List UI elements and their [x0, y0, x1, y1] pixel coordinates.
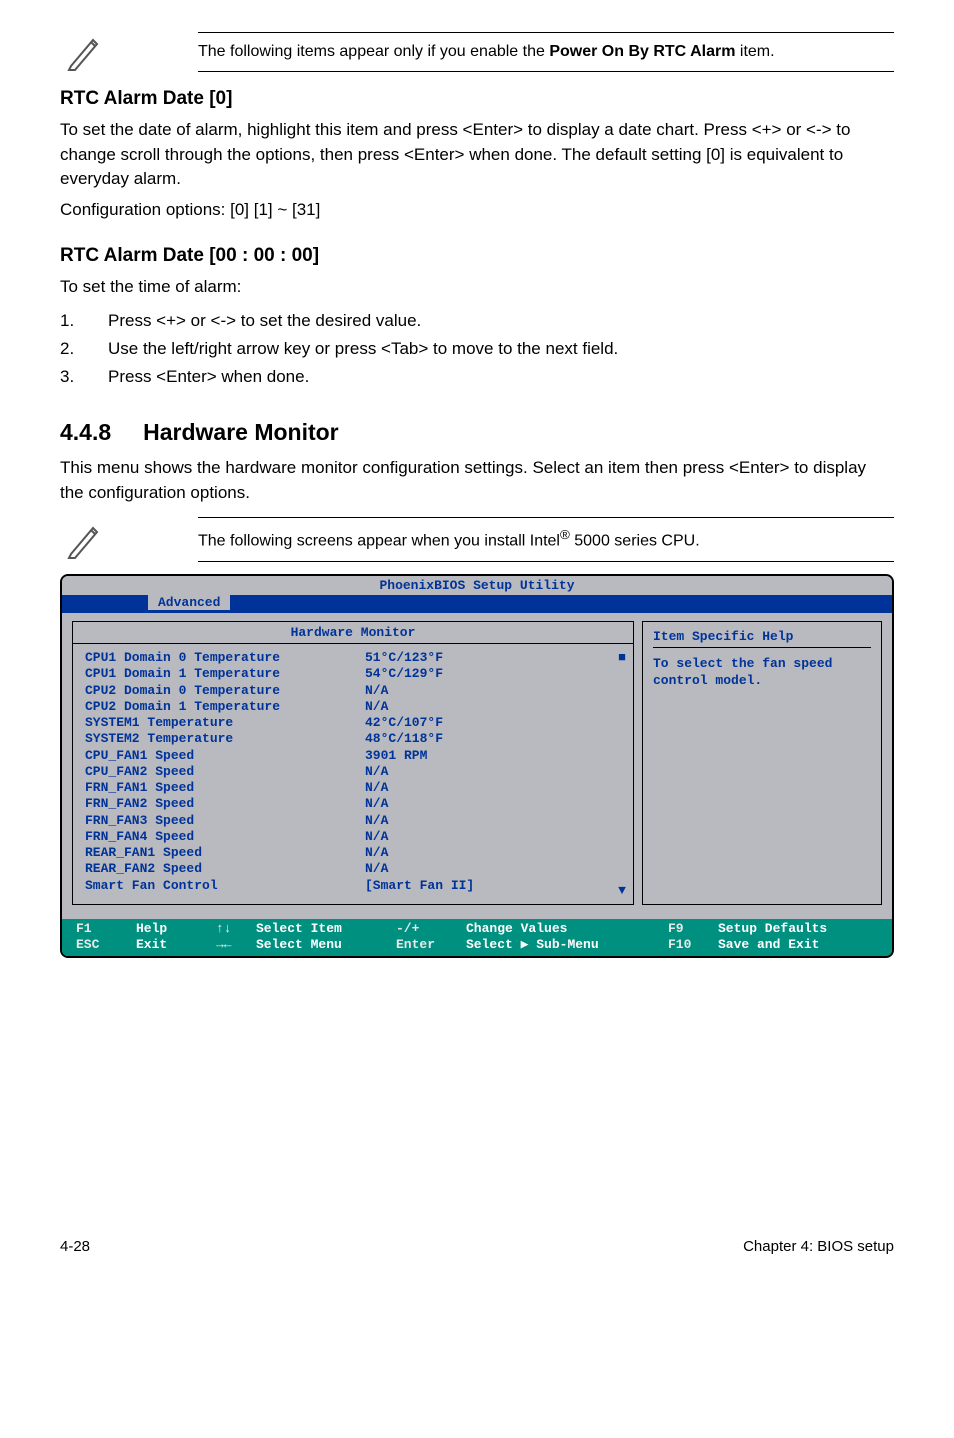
bios-title: PhoenixBIOS Setup Utility — [62, 576, 892, 595]
table-row[interactable]: REAR_FAN2 SpeedN/A — [85, 861, 625, 877]
page-footer: 4-28 Chapter 4: BIOS setup — [0, 1198, 954, 1275]
bios-screen: PhoenixBIOS Setup Utility Advanced Hardw… — [60, 574, 894, 958]
note-power-on-rtc: The following items appear only if you e… — [60, 30, 894, 74]
section-heading: 4.4.8 Hardware Monitor — [60, 419, 894, 446]
bios-tabbar: Advanced — [62, 595, 892, 613]
scroll-up-icon[interactable]: ■ — [615, 650, 629, 665]
list-item: 3.Press <Enter> when done. — [60, 363, 894, 391]
table-row[interactable]: CPU2 Domain 0 TemperatureN/A — [85, 683, 625, 699]
table-row[interactable]: CPU1 Domain 0 Temperature51°C/123°F — [85, 650, 625, 666]
list-item: 1.Press <+> or <-> to set the desired va… — [60, 307, 894, 335]
tab-advanced[interactable]: Advanced — [148, 595, 230, 610]
table-row[interactable]: CPU1 Domain 1 Temperature54°C/129°F — [85, 666, 625, 682]
heading-rtc-alarm-time: RTC Alarm Date [00 : 00 : 00] — [60, 245, 894, 267]
key-f1: F1 — [76, 921, 136, 937]
table-row[interactable]: FRN_FAN4 SpeedN/A — [85, 829, 625, 845]
note2-text-a: The following screens appear when you in… — [198, 533, 560, 550]
table-row[interactable]: Smart Fan Control[Smart Fan II] — [85, 878, 625, 894]
note-text-b: item. — [735, 43, 774, 60]
bios-help-text: To select the fan speed control model. — [653, 656, 871, 690]
table-row[interactable]: CPU_FAN1 Speed3901 RPM — [85, 748, 625, 764]
bios-left-panel: Hardware Monitor ■ CPU1 Domain 0 Tempera… — [72, 621, 634, 905]
table-row[interactable]: CPU2 Domain 1 TemperatureN/A — [85, 699, 625, 715]
table-row[interactable]: FRN_FAN3 SpeedN/A — [85, 813, 625, 829]
bios-panel-title: Hardware Monitor — [73, 622, 633, 644]
chapter-label: Chapter 4: BIOS setup — [743, 1238, 894, 1255]
list-item: 2.Use the left/right arrow key or press … — [60, 335, 894, 363]
table-row[interactable]: REAR_FAN1 SpeedN/A — [85, 845, 625, 861]
bios-help-panel: Item Specific Help To select the fan spe… — [642, 621, 882, 905]
key-esc: ESC — [76, 937, 136, 953]
note2-sup: ® — [560, 527, 570, 542]
heading-rtc-alarm-date: RTC Alarm Date [0] — [60, 88, 894, 110]
bios-help-title: Item Specific Help — [653, 626, 871, 648]
table-row[interactable]: SYSTEM1 Temperature42°C/107°F — [85, 715, 625, 731]
table-row[interactable]: SYSTEM2 Temperature48°C/118°F — [85, 731, 625, 747]
bios-footer: F1 Help ↑↓ Select Item -/+ Change Values… — [62, 919, 892, 957]
rtc-time-steps: 1.Press <+> or <-> to set the desired va… — [60, 307, 894, 391]
arrows-leftright-icon: →← — [216, 937, 256, 953]
page-number: 4-28 — [60, 1238, 90, 1255]
section-title: Hardware Monitor — [143, 419, 339, 445]
key-f10: F10 — [668, 937, 718, 953]
note-intel-cpu: The following screens appear when you in… — [60, 517, 894, 562]
scroll-down-icon[interactable]: ▼ — [615, 883, 629, 898]
rtc-time-intro: To set the time of alarm: — [60, 275, 894, 300]
key-f9: F9 — [668, 921, 718, 937]
pencil-icon — [60, 30, 110, 74]
table-row[interactable]: FRN_FAN2 SpeedN/A — [85, 796, 625, 812]
pencil-icon — [60, 518, 110, 562]
table-row[interactable]: CPU_FAN2 SpeedN/A — [85, 764, 625, 780]
arrows-updown-icon: ↑↓ — [216, 921, 256, 937]
section-intro: This menu shows the hardware monitor con… — [60, 456, 894, 505]
table-row[interactable]: FRN_FAN1 SpeedN/A — [85, 780, 625, 796]
rtc-date-body1: To set the date of alarm, highlight this… — [60, 118, 894, 192]
note2-text-b: 5000 series CPU. — [570, 533, 700, 550]
note-bold: Power On By RTC Alarm — [549, 43, 735, 60]
bios-rows: ■ CPU1 Domain 0 Temperature51°C/123°F CP… — [73, 644, 633, 904]
section-number: 4.4.8 — [60, 419, 111, 445]
note-text: The following items appear only if you e… — [198, 43, 549, 60]
rtc-date-body2: Configuration options: [0] [1] ~ [31] — [60, 198, 894, 223]
